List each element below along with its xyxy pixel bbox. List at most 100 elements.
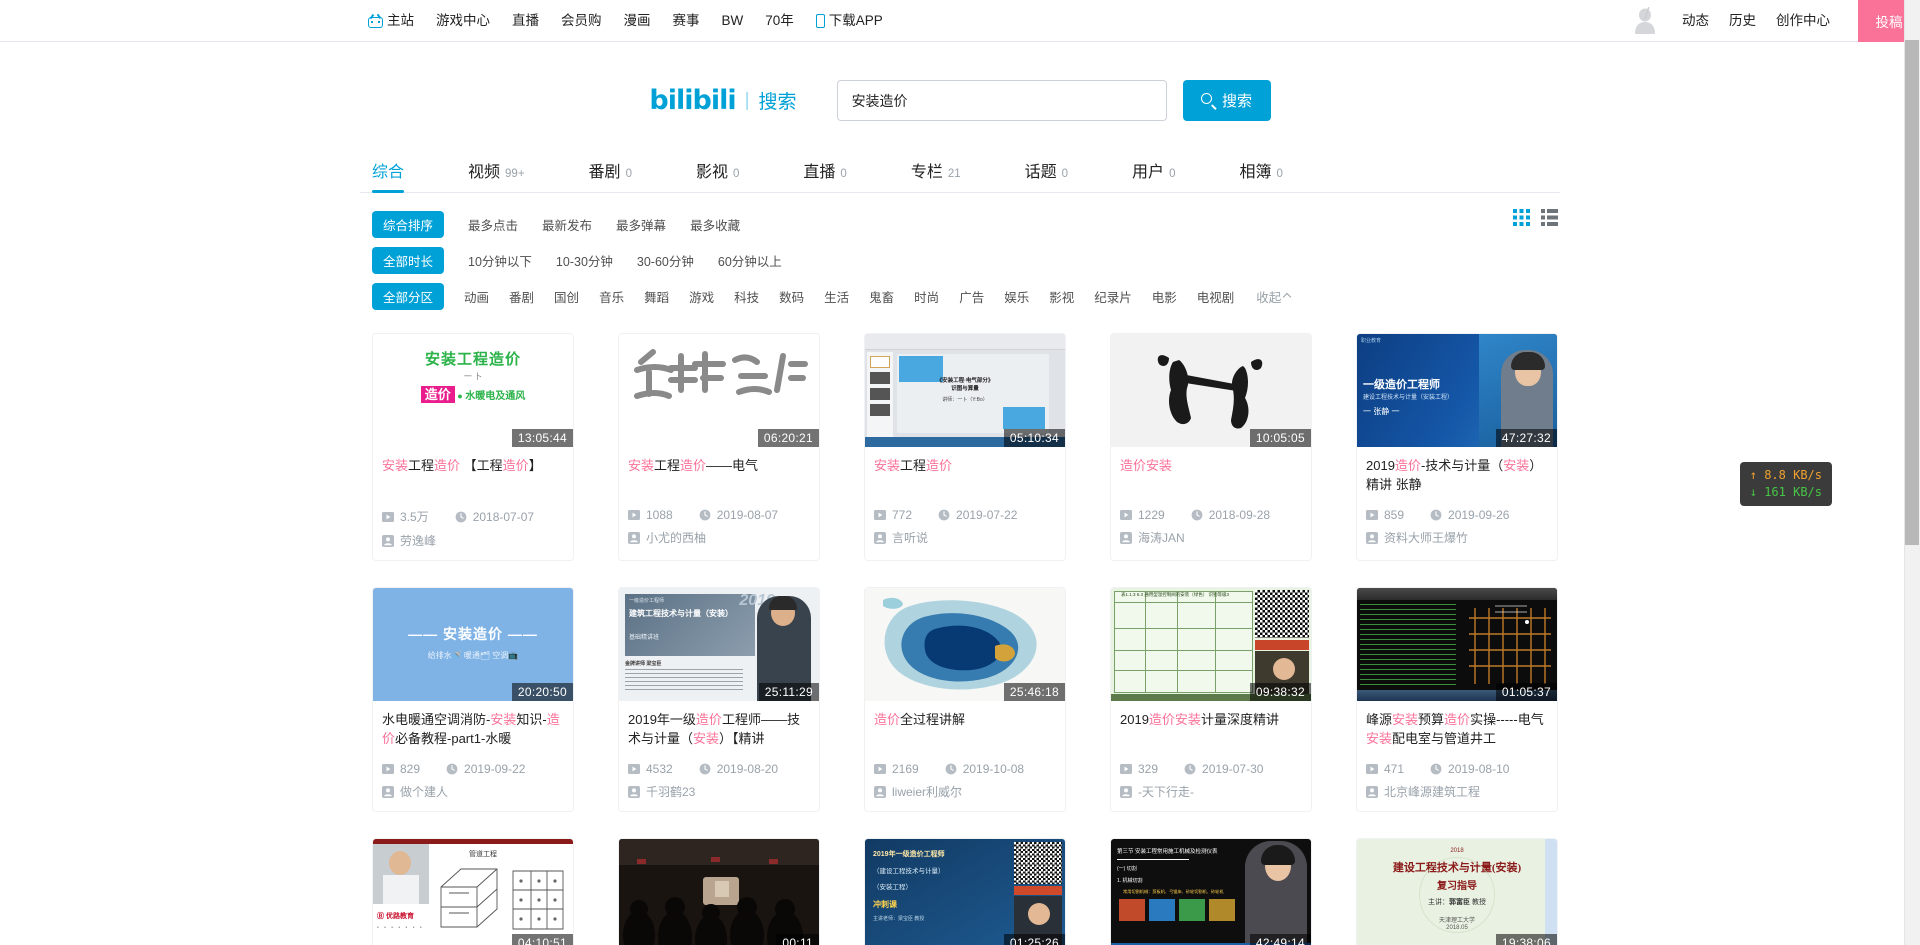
grid-view-icon[interactable] <box>1513 209 1530 226</box>
video-thumbnail[interactable]: 安装工程造价一 卜造价 ● 水暖电及通风 13:05:44 <box>373 334 573 447</box>
video-uploader-row[interactable]: -天下行走- <box>1120 783 1302 800</box>
page-scrollbar-track[interactable] <box>1904 0 1920 945</box>
video-card[interactable]: 《安装工程·电气部分》 识图与算量 讲师：一卜（Y:Bo） 05:10:34 安装工程造… <box>864 333 1066 561</box>
filter-pill-duration[interactable]: 全部时长 <box>372 246 445 274</box>
video-thumbnail[interactable]: 《安装工程·电气部分》 识图与算量 讲师：一卜（Y:Bo） 05:10:34 <box>865 334 1065 447</box>
filter-duration-item-1[interactable]: 10分钟以下 <box>468 251 532 270</box>
filter-category-item-11[interactable]: 时尚 <box>914 287 939 306</box>
navlink-6[interactable]: 赛事 <box>673 0 700 42</box>
filter-category-item-17[interactable]: 电视剧 <box>1197 287 1235 306</box>
video-thumbnail[interactable]: 25:46:18 <box>865 588 1065 701</box>
video-title[interactable]: 2019造价安装计量深度精讲 <box>1120 710 1302 748</box>
filter-sort-item-1[interactable]: 最多点击 <box>468 215 518 234</box>
filter-category-item-16[interactable]: 电影 <box>1152 287 1177 306</box>
list-view-icon[interactable] <box>1541 209 1558 226</box>
filter-duration-item-4[interactable]: 60分钟以上 <box>718 251 782 270</box>
video-title[interactable]: 2019年一级造价工程师——技术与计量（安装）【精讲 <box>628 710 810 748</box>
video-title[interactable]: 安装工程造价 【工程造价】 <box>382 456 564 494</box>
filter-category-item-12[interactable]: 广告 <box>959 287 984 306</box>
tab-8[interactable]: 用户 0 <box>1132 158 1175 192</box>
tab-6[interactable]: 专栏 21 <box>911 158 961 192</box>
filter-category-item-4[interactable]: 音乐 <box>599 287 624 306</box>
video-title[interactable]: 峰源安装预算造价实操-----电气安装配电室与管道井工 <box>1366 710 1548 748</box>
navlink-5[interactable]: 漫画 <box>624 0 651 42</box>
filter-category-item-9[interactable]: 生活 <box>824 287 849 306</box>
filter-pill-sort[interactable]: 综合排序 <box>372 210 445 238</box>
tab-2[interactable]: 视频 99+ <box>468 158 525 192</box>
topnav-right-item-3[interactable]: 创作中心 <box>1776 0 1830 42</box>
video-card[interactable]: 职业教育 一级造价工程师 建设工程技术与计量（安装工程）一 张静 一 47:27:32… <box>1356 333 1558 561</box>
filter-category-item-13[interactable]: 娱乐 <box>1004 287 1029 306</box>
video-uploader-row[interactable]: 北京峰源建筑工程 <box>1366 783 1548 800</box>
filter-category-item-3[interactable]: 国创 <box>554 287 579 306</box>
tab-7[interactable]: 话题 0 <box>1025 158 1068 192</box>
filter-sort-item-4[interactable]: 最多收藏 <box>690 215 740 234</box>
navlink-3[interactable]: 直播 <box>512 0 539 42</box>
video-title[interactable]: 造价安装 <box>1120 456 1302 494</box>
tab-4[interactable]: 影视 0 <box>696 158 739 192</box>
navlink-7[interactable]: BW <box>722 0 744 42</box>
video-card[interactable]: Ⓑ 优路教育• • • • • • •管道工程04:10:512019造价师安装… <box>372 838 574 945</box>
filter-category-item-15[interactable]: 纪录片 <box>1094 287 1132 306</box>
navlink-4[interactable]: 会员购 <box>561 0 602 42</box>
video-uploader-row[interactable]: 劳逸峰 <box>382 532 564 549</box>
video-thumbnail[interactable]: 第三节 安装工程常用施工机械及检测仪表 (一) 切割 1. 机械切割 常用切割机械：剪… <box>1111 839 1311 945</box>
video-card[interactable]: 安装工程造价一 卜造价 ● 水暖电及通风 13:05:44 安装工程造价 【工程造价… <box>372 333 574 561</box>
video-card[interactable]: 10:05:05 造价安装 1229 2018-09-28 海涛JAN <box>1110 333 1312 561</box>
video-thumbnail[interactable]: 2019年一级造价工程师 （建设工程技术与计量） （安装工程） 冲刺课 主讲老师：梁宝臣… <box>865 839 1065 945</box>
video-title[interactable]: 2019造价-技术与计量（安装）精讲 张静 <box>1366 456 1548 494</box>
video-title[interactable]: 水电暖通空调消防-安装知识-造价必备教程-part1-水暖 <box>382 710 564 748</box>
filter-category-item-7[interactable]: 科技 <box>734 287 759 306</box>
video-thumbnail[interactable]: 06:20:21 <box>619 334 819 447</box>
video-uploader-row[interactable]: 言听说 <box>874 529 1056 546</box>
bilibili-logo-block[interactable]: bilibili | 搜索 <box>649 85 796 116</box>
filter-category-item-10[interactable]: 鬼畜 <box>869 287 894 306</box>
video-thumbnail[interactable]: 2018 建设工程技术与计量(安装) 复习指导 主讲：郭富臣 教授 天津理工大学 2018… <box>1357 839 1557 945</box>
filter-category-item-2[interactable]: 番剧 <box>509 287 534 306</box>
video-thumbnail[interactable]: Ⓑ 优路教育 • • • • • • • 管道工程 04:10:51 <box>373 839 573 945</box>
topnav-right-item-1[interactable]: 动态 <box>1682 0 1709 42</box>
video-thumbnail[interactable]: 00:11 <box>619 839 819 945</box>
navlink-2[interactable]: 游戏中心 <box>436 0 490 42</box>
filter-category-item-14[interactable]: 影视 <box>1049 287 1074 306</box>
video-uploader-row[interactable]: 小尤的西柚 <box>628 529 810 546</box>
video-thumbnail[interactable]: 职业教育 一级造价工程师 建设工程技术与计量（安装工程）一 张静 一 47:27:32 <box>1357 334 1557 447</box>
video-thumbnail[interactable]: 表1.1.3 6.3 通用型温控制阀的安装（绿色） 识别等级3 09:38:32 <box>1111 588 1311 701</box>
page-scrollbar-thumb[interactable] <box>1905 40 1919 545</box>
navlink-1[interactable]: 主站 <box>368 0 414 42</box>
video-card[interactable]: 01:05:37 峰源安装预算造价实操-----电气安装配电室与管道井工 471 20… <box>1356 587 1558 812</box>
video-card[interactable]: 06:20:21 安装工程造价——电气 1088 2019-08-07 小尤的西柚 <box>618 333 820 561</box>
filter-duration-item-2[interactable]: 10-30分钟 <box>556 251 613 270</box>
video-uploader-row[interactable]: 资料大师王爆竹 <box>1366 529 1548 546</box>
video-thumbnail[interactable]: —— 安装造价 —— 给排水🚿 暖通🗂 空调📺 20:20:50 <box>373 588 573 701</box>
video-thumbnail[interactable]: 10:05:05 <box>1111 334 1311 447</box>
video-title[interactable]: 造价全过程讲解 <box>874 710 1056 748</box>
video-thumbnail[interactable]: 01:05:37 <box>1357 588 1557 701</box>
video-uploader-row[interactable]: 做个建人 <box>382 783 564 800</box>
search-button[interactable]: 搜索 <box>1182 80 1271 121</box>
video-card[interactable]: —— 安装造价 —— 给排水🚿 暖通🗂 空调📺 20:20:50 水电暖通空调消防-安… <box>372 587 574 812</box>
tab-5[interactable]: 直播 0 <box>803 158 846 192</box>
filter-category-item-6[interactable]: 游戏 <box>689 287 714 306</box>
search-input[interactable] <box>836 80 1167 121</box>
filter-category-item-8[interactable]: 数码 <box>779 287 804 306</box>
video-thumbnail[interactable]: 一级造价工程师 建筑工程技术与计量（安装） 基础精讲班 2019 金牌讲师 梁宝臣 25:… <box>619 588 819 701</box>
topnav-right-item-2[interactable]: 历史 <box>1729 0 1756 42</box>
video-card[interactable]: 表1.1.3 6.3 通用型温控制阀的安装（绿色） 识别等级3 09:38:32 2… <box>1110 587 1312 812</box>
video-title[interactable]: 安装工程造价 <box>874 456 1056 494</box>
tab-3[interactable]: 番剧 0 <box>589 158 632 192</box>
filter-sort-item-2[interactable]: 最新发布 <box>542 215 592 234</box>
filter-sort-item-3[interactable]: 最多弹幕 <box>616 215 666 234</box>
filter-category-item-1[interactable]: 动画 <box>464 287 489 306</box>
video-uploader-row[interactable]: 千羽鹤23 <box>628 783 810 800</box>
tab-9[interactable]: 相簿 0 <box>1239 158 1282 192</box>
video-uploader-row[interactable]: 海涛JAN <box>1120 529 1302 546</box>
navlink-9[interactable]: 下载APP <box>815 0 883 42</box>
video-title[interactable]: 安装工程造价——电气 <box>628 456 810 494</box>
video-card[interactable]: 第三节 安装工程常用施工机械及检测仪表 (一) 切割 1. 机械切割 常用切割机械：剪… <box>1110 838 1312 945</box>
collapse-categories-button[interactable]: 收起 <box>1256 287 1292 306</box>
tab-1[interactable]: 综合 <box>372 158 405 193</box>
video-card[interactable]: 25:46:18 造价全过程讲解 2169 2019-10-08 liweier利威尔 <box>864 587 1066 812</box>
video-card[interactable]: 一级造价工程师 建筑工程技术与计量（安装） 基础精讲班 2019 金牌讲师 梁宝臣 25:… <box>618 587 820 812</box>
video-card[interactable]: 2018 建设工程技术与计量(安装) 复习指导 主讲：郭富臣 教授 天津理工大学 2018… <box>1356 838 1558 945</box>
